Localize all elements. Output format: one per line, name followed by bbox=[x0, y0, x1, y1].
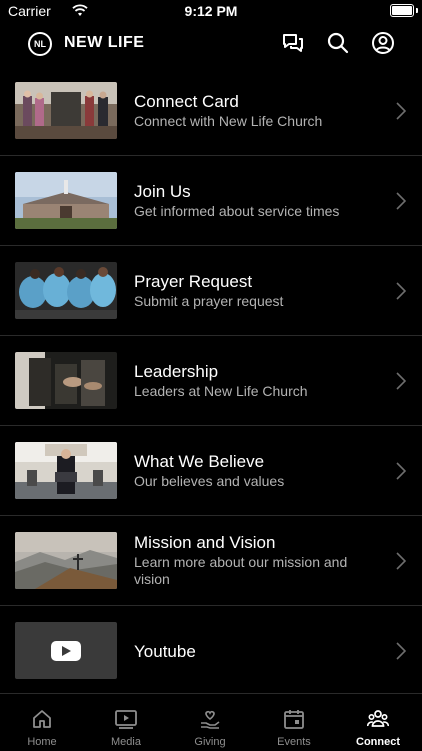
list-item-subtitle: Our believes and values bbox=[134, 473, 285, 489]
app-title: NEW LIFE bbox=[64, 34, 145, 51]
tab-media[interactable]: Media bbox=[84, 694, 168, 751]
list-item-title: Mission and Vision bbox=[134, 533, 276, 552]
list-item-subtitle: Submit a prayer request bbox=[134, 293, 284, 309]
list-item-prayer-request[interactable]: Prayer Request Submit a prayer request bbox=[0, 246, 422, 336]
tab-label: Media bbox=[111, 736, 141, 748]
join-us-thumbnail bbox=[15, 172, 117, 229]
chevron-right-icon bbox=[396, 372, 406, 390]
list-item-what-we-believe[interactable]: What We Believe Our believes and values bbox=[0, 426, 422, 516]
giving-icon bbox=[201, 710, 220, 729]
list-item-title: Leadership bbox=[134, 362, 219, 381]
connect-icon bbox=[367, 710, 389, 727]
battery-icon bbox=[390, 4, 414, 17]
chat-icon[interactable] bbox=[280, 30, 306, 56]
prayer-request-thumbnail bbox=[15, 262, 117, 319]
leadership-thumbnail bbox=[15, 352, 117, 409]
battery-tip bbox=[416, 8, 418, 13]
events-icon bbox=[284, 710, 304, 729]
home-icon bbox=[33, 710, 51, 728]
list-item-title: Connect Card bbox=[134, 92, 239, 111]
list-item-connect-card[interactable]: Connect Card Connect with New Life Churc… bbox=[0, 66, 422, 156]
chevron-right-icon bbox=[396, 462, 406, 480]
tab-home[interactable]: Home bbox=[0, 694, 84, 751]
mission-vision-thumbnail bbox=[15, 532, 117, 589]
tab-label: Home bbox=[27, 736, 57, 748]
chevron-right-icon bbox=[396, 192, 406, 210]
list-item-leadership[interactable]: Leadership Leaders at New Life Church bbox=[0, 336, 422, 426]
chevron-right-icon bbox=[396, 282, 406, 300]
list-item-title: Join Us bbox=[134, 182, 191, 201]
tab-bar: Home Media Giving Events Connect bbox=[0, 693, 422, 751]
connect-list: Connect Card Connect with New Life Churc… bbox=[0, 66, 422, 696]
list-item-title: What We Believe bbox=[134, 452, 265, 471]
tab-giving[interactable]: Giving bbox=[168, 694, 252, 751]
logo-icon: NL bbox=[28, 32, 52, 56]
app-header: NL NEW LIFE bbox=[0, 24, 422, 64]
chevron-right-icon bbox=[396, 102, 406, 120]
chevron-right-icon bbox=[396, 552, 406, 570]
list-item-subtitle: Connect with New Life Church bbox=[134, 113, 323, 129]
profile-icon[interactable] bbox=[370, 30, 396, 56]
media-icon bbox=[115, 710, 137, 729]
list-item-mission-and-vision[interactable]: Mission and Vision Learn more about our … bbox=[0, 516, 422, 606]
list-item-subtitle: Leaders at New Life Church bbox=[134, 383, 308, 399]
what-we-believe-thumbnail bbox=[15, 442, 117, 499]
tab-connect[interactable]: Connect bbox=[336, 694, 420, 751]
tab-events[interactable]: Events bbox=[252, 694, 336, 751]
tab-label: Giving bbox=[194, 736, 226, 748]
list-item-subtitle: Get informed about service times bbox=[134, 203, 340, 219]
tab-label: Events bbox=[277, 736, 311, 748]
tab-label: Connect bbox=[356, 736, 400, 748]
youtube-icon bbox=[15, 622, 117, 679]
list-item-youtube[interactable]: Youtube bbox=[0, 606, 422, 696]
list-item-subtitle: Learn more about our mission and vision bbox=[134, 554, 348, 587]
search-icon[interactable] bbox=[325, 30, 351, 56]
list-item-title: Youtube bbox=[134, 642, 196, 661]
list-item-join-us[interactable]: Join Us Get informed about service times bbox=[0, 156, 422, 246]
status-bar: Carrier 9:12 PM bbox=[0, 0, 422, 24]
chevron-right-icon bbox=[396, 642, 406, 660]
status-time: 9:12 PM bbox=[184, 3, 238, 19]
connect-card-thumbnail bbox=[15, 82, 117, 139]
list-item-title: Prayer Request bbox=[134, 272, 253, 291]
